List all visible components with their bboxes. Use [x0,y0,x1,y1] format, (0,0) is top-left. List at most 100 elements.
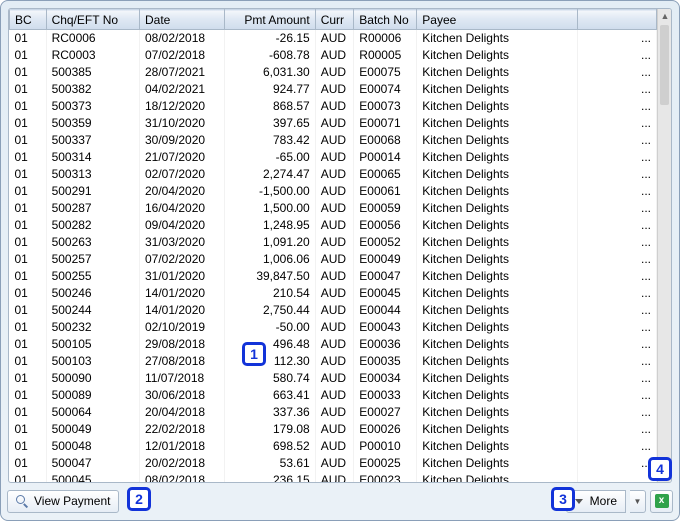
cell-extra[interactable]: ... [577,421,656,438]
col-header-chq[interactable]: Chq/EFT No [46,10,139,30]
table-row[interactable]: 0150004812/01/2018698.52AUDP00010Kitchen… [10,438,657,455]
cell-chq[interactable]: 500064 [46,404,139,421]
cell-batch[interactable]: E00033 [354,387,417,404]
cell-extra[interactable]: ... [577,132,656,149]
cell-extra[interactable]: ... [577,115,656,132]
col-header-batch[interactable]: Batch No [354,10,417,30]
cell-extra[interactable]: ... [577,183,656,200]
cell-batch[interactable]: E00044 [354,302,417,319]
cell-chq[interactable]: RC0003 [46,47,139,64]
table-row[interactable]: 0150006420/04/2018337.36AUDE00027Kitchen… [10,404,657,421]
cell-batch[interactable]: E00035 [354,353,417,370]
cell-extra[interactable]: ... [577,455,656,472]
cell-extra[interactable]: ... [577,353,656,370]
cell-extra[interactable]: ... [577,438,656,455]
col-header-amount[interactable]: Pmt Amount [225,10,315,30]
cell-extra[interactable]: ... [577,98,656,115]
table-row[interactable]: 0150009011/07/2018580.74AUDE00034Kitchen… [10,370,657,387]
table-row[interactable]: 0150004922/02/2018179.08AUDE00026Kitchen… [10,421,657,438]
cell-extra[interactable]: ... [577,268,656,285]
cell-batch[interactable]: P00014 [354,149,417,166]
table-row[interactable]: 0150024614/01/2020210.54AUDE00045Kitchen… [10,285,657,302]
cell-batch[interactable]: E00075 [354,64,417,81]
cell-extra[interactable]: ... [577,47,656,64]
cell-extra[interactable]: ... [577,336,656,353]
cell-chq[interactable]: 500047 [46,455,139,472]
cell-batch[interactable]: R00006 [354,30,417,48]
table-row[interactable]: 0150026331/03/20201,091.20AUDE00052Kitch… [10,234,657,251]
cell-chq[interactable]: 500089 [46,387,139,404]
table-row[interactable]: 0150010327/08/2018112.30AUDE00035Kitchen… [10,353,657,370]
cell-batch[interactable]: E00068 [354,132,417,149]
cell-extra[interactable]: ... [577,64,656,81]
scroll-thumb[interactable] [660,25,669,105]
col-header-curr[interactable]: Curr [315,10,354,30]
cell-batch[interactable]: E00071 [354,115,417,132]
cell-batch[interactable]: E00049 [354,251,417,268]
cell-batch[interactable]: E00043 [354,319,417,336]
table-row[interactable]: 0150028716/04/20201,500.00AUDE00059Kitch… [10,200,657,217]
cell-chq[interactable]: 500382 [46,81,139,98]
vertical-scrollbar[interactable]: ▲ ▼ [657,9,671,482]
table-row[interactable]: 0150025707/02/20201,006.06AUDE00049Kitch… [10,251,657,268]
more-dropdown-caret[interactable]: ▼ [630,490,646,513]
cell-chq[interactable]: RC0006 [46,30,139,48]
cell-batch[interactable]: E00056 [354,217,417,234]
cell-chq[interactable]: 500337 [46,132,139,149]
table-row[interactable]: 0150037318/12/2020868.57AUDE00073Kitchen… [10,98,657,115]
view-payment-button[interactable]: View Payment [7,490,119,513]
cell-batch[interactable]: E00025 [354,455,417,472]
table-row[interactable]: 0150025531/01/202039,847.50AUDE00047Kitc… [10,268,657,285]
table-row[interactable]: 0150023202/10/2019-50.00AUDE00043Kitchen… [10,319,657,336]
cell-chq[interactable]: 500257 [46,251,139,268]
cell-extra[interactable]: ... [577,30,656,48]
cell-extra[interactable]: ... [577,319,656,336]
cell-extra[interactable]: ... [577,81,656,98]
cell-extra[interactable]: ... [577,285,656,302]
cell-chq[interactable]: 500282 [46,217,139,234]
cell-batch[interactable]: E00074 [354,81,417,98]
table-row[interactable]: 0150004508/02/2018236.15AUDE00023Kitchen… [10,472,657,482]
cell-chq[interactable]: 500385 [46,64,139,81]
col-header-date[interactable]: Date [140,10,225,30]
scroll-up-arrow-icon[interactable]: ▲ [658,9,672,23]
cell-chq[interactable]: 500314 [46,149,139,166]
cell-batch[interactable]: E00045 [354,285,417,302]
table-row[interactable]: 01RC000608/02/2018-26.15AUDR00006Kitchen… [10,30,657,48]
table-row[interactable]: 01RC000307/02/2018-608.78AUDR00005Kitche… [10,47,657,64]
cell-chq[interactable]: 500049 [46,421,139,438]
table-row[interactable]: 0150033730/09/2020783.42AUDE00068Kitchen… [10,132,657,149]
cell-chq[interactable]: 500045 [46,472,139,482]
cell-extra[interactable]: ... [577,234,656,251]
cell-batch[interactable]: E00027 [354,404,417,421]
cell-chq[interactable]: 500359 [46,115,139,132]
cell-chq[interactable]: 500373 [46,98,139,115]
cell-batch[interactable]: R00005 [354,47,417,64]
export-excel-button[interactable] [650,490,673,513]
table-row[interactable]: 0150029120/04/2020-1,500.00AUDE00061Kitc… [10,183,657,200]
cell-batch[interactable]: E00065 [354,166,417,183]
cell-batch[interactable]: E00026 [354,421,417,438]
cell-extra[interactable]: ... [577,404,656,421]
cell-extra[interactable]: ... [577,251,656,268]
cell-chq[interactable]: 500048 [46,438,139,455]
cell-chq[interactable]: 500287 [46,200,139,217]
table-row[interactable]: 0150028209/04/20201,248.95AUDE00056Kitch… [10,217,657,234]
cell-batch[interactable]: E00036 [354,336,417,353]
cell-batch[interactable]: E00034 [354,370,417,387]
table-row[interactable]: 0150035931/10/2020397.65AUDE00071Kitchen… [10,115,657,132]
cell-chq[interactable]: 500246 [46,285,139,302]
cell-chq[interactable]: 500263 [46,234,139,251]
cell-chq[interactable]: 500291 [46,183,139,200]
table-row[interactable]: 0150031421/07/2020-65.00AUDP00014Kitchen… [10,149,657,166]
cell-batch[interactable]: E00073 [354,98,417,115]
cell-batch[interactable]: E00023 [354,472,417,482]
cell-extra[interactable]: ... [577,302,656,319]
cell-chq[interactable]: 500232 [46,319,139,336]
cell-batch[interactable]: P00010 [354,438,417,455]
cell-chq[interactable]: 500090 [46,370,139,387]
col-header-bc[interactable]: BC [10,10,47,30]
cell-chq[interactable]: 500103 [46,353,139,370]
table-row[interactable]: 0150010529/08/2018496.48AUDE00036Kitchen… [10,336,657,353]
cell-extra[interactable]: ... [577,472,656,482]
